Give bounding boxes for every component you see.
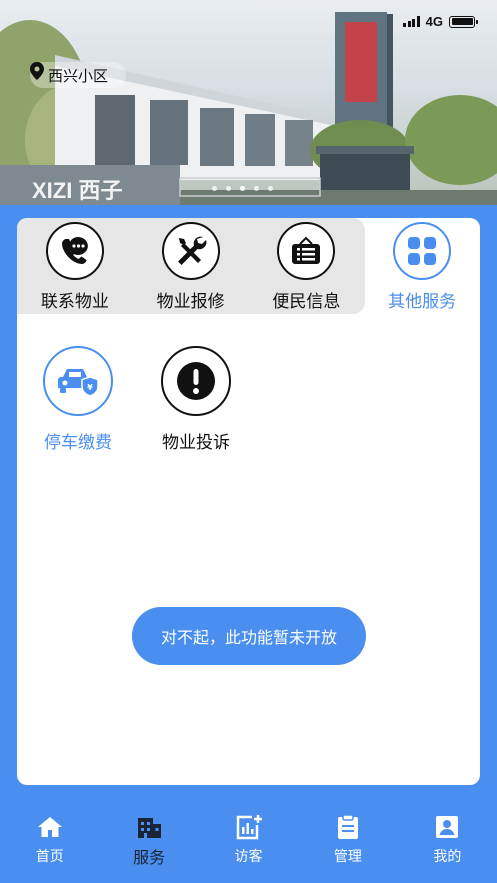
location-name: 西兴小区 (48, 66, 109, 85)
tab-label: 联系物业 (40, 292, 109, 312)
nav-label: 访客 (234, 849, 263, 865)
service-label: 停车缴费 (44, 433, 112, 453)
service-grid: ¥ 停车缴费 物业投诉 (17, 346, 250, 453)
banner-image: XIZI 西子 (0, 12, 497, 205)
visitor-chart-icon (235, 812, 263, 842)
service-tabs: 联系物业 物业报修 便民信息 其他服务 (17, 218, 480, 314)
status-bar: 4G (403, 14, 478, 29)
grid-icon (393, 222, 452, 280)
banner-brand: XIZI 西子 (32, 178, 122, 203)
nav-home[interactable]: 首页 (0, 800, 99, 883)
phone-chat-icon (45, 222, 104, 280)
service-parking-payment[interactable]: ¥ 停车缴费 (24, 346, 132, 453)
service-card: 联系物业 物业报修 便民信息 其他服务 ¥ 停车缴费 物业投诉 (17, 218, 480, 785)
nav-label: 管理 (333, 849, 362, 865)
service-label: 物业投诉 (162, 433, 230, 453)
location-selector[interactable]: 西兴小区 (30, 62, 127, 88)
nav-visitors[interactable]: 访客 (199, 800, 298, 883)
hero-banner[interactable]: XIZI 西子 4G 西兴小区 (0, 0, 497, 205)
bottom-nav: 首页 服务 访客 管理 我的 (0, 800, 497, 883)
network-type: 4G (425, 14, 443, 29)
tab-repair[interactable]: 物业报修 (133, 218, 249, 314)
building-icon (136, 812, 162, 842)
notice-board-icon (277, 222, 336, 280)
nav-services[interactable]: 服务 (99, 800, 198, 883)
svg-text:¥: ¥ (87, 383, 93, 392)
profile-icon (435, 812, 459, 842)
service-complaint[interactable]: 物业投诉 (142, 346, 250, 453)
carousel-indicator (212, 186, 273, 191)
tools-icon (161, 222, 220, 280)
nav-label: 首页 (35, 849, 64, 865)
nav-label: 服务 (133, 848, 166, 867)
tab-label: 便民信息 (272, 292, 341, 312)
signal-icon (403, 16, 420, 27)
home-icon (37, 812, 63, 842)
nav-label: 我的 (433, 849, 462, 865)
tab-contact-property[interactable]: 联系物业 (17, 218, 133, 314)
tab-convenience-info[interactable]: 便民信息 (249, 218, 365, 314)
battery-icon (449, 15, 478, 28)
tab-label: 物业报修 (156, 292, 225, 312)
car-payment-icon: ¥ (43, 346, 113, 416)
tab-label: 其他服务 (388, 292, 457, 312)
nav-profile[interactable]: 我的 (398, 800, 497, 883)
tab-other-services[interactable]: 其他服务 (364, 218, 480, 314)
nav-management[interactable]: 管理 (298, 800, 397, 883)
clipboard-icon (336, 812, 360, 842)
toast-message: 对不起，此功能暂未开放 (132, 607, 366, 665)
exclamation-icon (161, 346, 231, 416)
